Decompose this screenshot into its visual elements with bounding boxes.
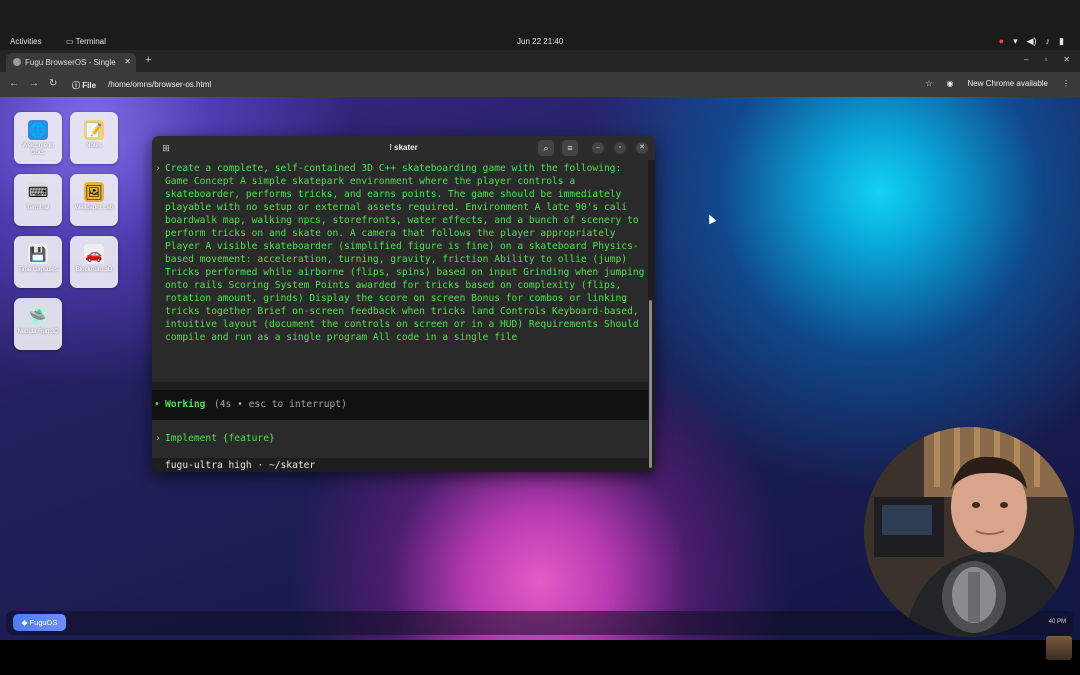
wifi-icon[interactable]: ▾ <box>1013 36 1018 47</box>
maximize-icon[interactable]: ▫ <box>614 142 626 154</box>
browser-tab[interactable]: Fugu BrowserOS - Single ✕ <box>6 53 136 72</box>
terminal-icon: ⌨ <box>28 182 49 202</box>
microphone-icon[interactable]: ♪ <box>1046 36 1051 47</box>
floppy-disk-icon: 💾 <box>28 244 48 264</box>
model-status-line: fugu-ultra high · ~/skater <box>165 460 316 471</box>
desktop-icon-label: Nebula Run 3D <box>17 329 59 335</box>
new-tab-button[interactable]: + <box>145 54 151 66</box>
desktop-icon-label: Wallpaper Lab <box>74 205 114 211</box>
command-input[interactable]: › Implement {feature} <box>152 420 648 458</box>
restore-icon[interactable]: ▫ <box>1044 55 1047 64</box>
working-meta: (4s • esc to interrupt) <box>214 399 347 410</box>
app-menu-label: Terminal <box>75 37 106 46</box>
url-scheme: File <box>82 81 97 90</box>
terminal-body[interactable]: › Create a complete, self-contained 3D C… <box>152 160 655 472</box>
app-menu-terminal[interactable]: ▭ Terminal <box>66 37 106 46</box>
toolbar-right: ☆ ◉ New Chrome available ⋮ <box>925 79 1070 88</box>
terminal-scrollbar[interactable] <box>649 300 652 468</box>
hamburger-menu-icon[interactable]: ≡ <box>562 140 578 156</box>
close-icon[interactable]: ✕ <box>636 142 648 154</box>
prompt-message-block: › Create a complete, self-contained 3D C… <box>152 160 648 382</box>
user-thumbnail-avatar <box>1046 636 1072 660</box>
terminal-title: ⁞ skater <box>389 143 418 152</box>
ufo-icon: 🛸 <box>28 306 48 326</box>
desktop-icon-blockauto[interactable]: 🚗 BlockAuto 3D <box>70 236 118 288</box>
desktop-icon-wallpaper[interactable]: 🖼 Wallpaper Lab <box>70 174 118 226</box>
working-bullet-icon: • <box>154 399 160 410</box>
close-window-icon[interactable]: ✕ <box>1063 55 1070 64</box>
profile-icon[interactable]: ◉ <box>947 79 954 88</box>
reload-icon[interactable]: ↻ <box>49 78 57 89</box>
wallpaper-icon: 🖼 <box>84 182 104 202</box>
desktop-icon-label: Time Capsules <box>18 267 58 273</box>
forward-arrow-icon[interactable]: → <box>29 78 39 89</box>
url-scheme-label: ⓘ File <box>72 81 97 90</box>
minimize-icon[interactable]: – <box>1024 55 1028 64</box>
browser-tab-strip: Fugu BrowserOS - Single ✕ + – ▫ ✕ <box>0 50 1080 72</box>
desktop-icon-label: BlockAuto 3D <box>75 267 113 273</box>
desktop-icon-label: Notes <box>86 143 102 149</box>
gnome-top-bar: Activities ▭ Terminal Jun 22 21:40 ● ▾ ◀… <box>0 34 1080 50</box>
search-icon[interactable]: ⌕ <box>538 140 554 156</box>
system-tray[interactable]: ● ▾ ◀) ♪ ▮ <box>999 36 1064 47</box>
globe-icon: 🌐 <box>28 120 48 140</box>
prompt-chevron-icon: › <box>155 163 161 174</box>
desktop-icon-label: Welcome to Docs <box>22 143 54 156</box>
webcam-overlay <box>864 427 1074 637</box>
window-controls: – ▫ ✕ <box>1024 55 1070 64</box>
address-bar[interactable]: ⓘ File /home/omns/browser-os.html <box>68 76 928 93</box>
desktop-icon-time-capsules[interactable]: 💾 Time Capsules <box>14 236 62 288</box>
working-label: Working <box>165 399 206 410</box>
desktop-icon-welcome[interactable]: 🌐 Welcome to Docs <box>14 112 62 164</box>
tab-title: Fugu BrowserOS - Single <box>25 58 116 67</box>
record-icon[interactable]: ● <box>999 36 1004 47</box>
battery-icon[interactable]: ▮ <box>1059 36 1064 47</box>
desktop-icon-label: Terminal <box>26 205 50 211</box>
activities-button[interactable]: Activities <box>10 37 42 46</box>
terminal-title-text: skater <box>394 143 418 152</box>
globe-favicon-icon <box>13 58 21 66</box>
car-icon: 🚗 <box>84 244 104 264</box>
system-top-region: Activities ▭ Terminal Jun 22 21:40 ● ▾ ◀… <box>0 0 1080 50</box>
fuguos-start-button[interactable]: ◆ FuguOS <box>13 614 66 631</box>
minimize-icon[interactable]: – <box>592 142 604 154</box>
prompt-text: Create a complete, self-contained 3D C++… <box>165 163 651 343</box>
input-chevron-icon: › <box>155 433 161 444</box>
desktop-icon-nebula-run[interactable]: 🛸 Nebula Run 3D <box>14 298 62 350</box>
bookmark-star-icon[interactable]: ☆ <box>925 79 932 88</box>
browser-toolbar: ← → ↻ ⓘ File /home/omns/browser-os.html … <box>0 72 1080 97</box>
working-status: • Working (4s • esc to interrupt) <box>152 390 648 420</box>
close-tab-icon[interactable]: ✕ <box>124 57 131 66</box>
webcam-person-image <box>864 427 1074 637</box>
desktop-icon-terminal[interactable]: ⌨ Terminal <box>14 174 62 226</box>
volume-icon[interactable]: ◀) <box>1027 36 1037 47</box>
input-placeholder[interactable]: Implement {feature} <box>165 432 275 445</box>
update-chrome-button[interactable]: New Chrome available <box>968 79 1048 88</box>
terminal-app-icon: ▭ <box>66 37 76 46</box>
desktop-icon-notes[interactable]: 📝 Notes <box>70 112 118 164</box>
terminal-header-bar[interactable]: ⊞ ⁞ skater ⌕ ≡ – ▫ ✕ <box>152 136 655 160</box>
more-menu-icon[interactable]: ⋮ <box>1062 79 1070 88</box>
url-text[interactable]: /home/omns/browser-os.html <box>108 80 211 89</box>
back-arrow-icon[interactable]: ← <box>9 78 19 89</box>
bottom-letterbox <box>0 640 1080 675</box>
taskbar-clock: 40 PM <box>1048 619 1066 625</box>
clock[interactable]: Jun 22 21:40 <box>517 37 563 46</box>
terminal-window[interactable]: ⊞ ⁞ skater ⌕ ≡ – ▫ ✕ › Create a complete… <box>152 136 655 472</box>
notes-icon: 📝 <box>84 120 104 140</box>
